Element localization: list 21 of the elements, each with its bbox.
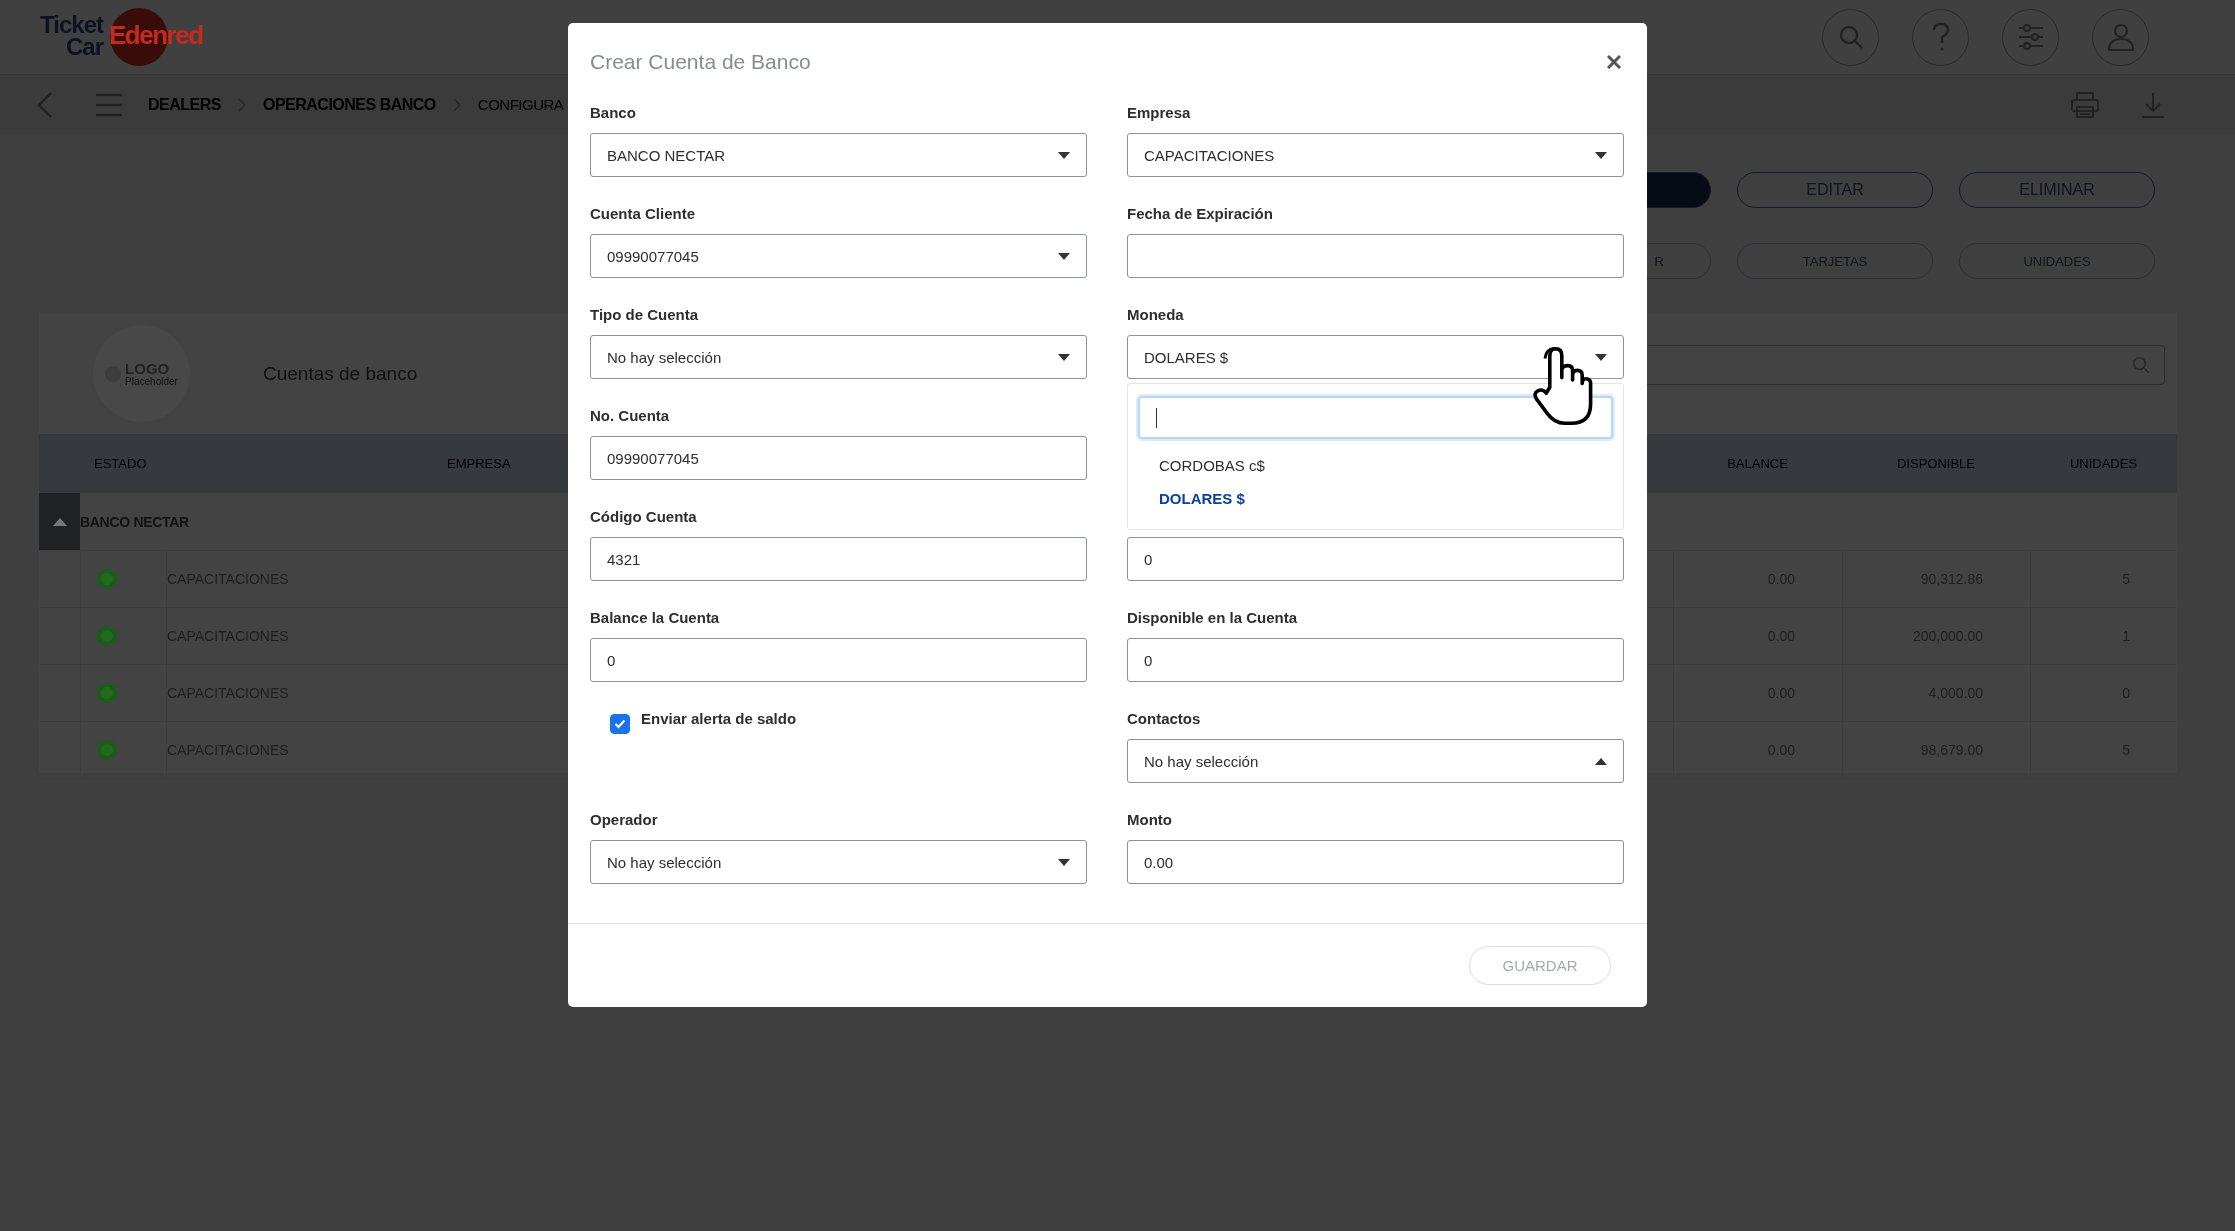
field-label: Contactos (1127, 709, 1201, 727)
field-label: Monto (1127, 810, 1172, 828)
column-header: EMPRESA (447, 456, 511, 471)
column-header: DISPONIBLE (1897, 456, 1975, 471)
column-header: UNIDADES (2069, 456, 2138, 471)
field-label: Fecha de Expiración (1127, 204, 1273, 222)
field-label: Operador (590, 810, 658, 828)
field-label: Banco (590, 103, 636, 121)
field-label: Cuenta Cliente (590, 204, 695, 222)
column-header: ESTADO (94, 456, 147, 471)
checkbox-label: Enviar alerta de saldo (641, 710, 797, 727)
field-label: Balance la Cuenta (590, 608, 720, 626)
field-label: Disponible en la Cuenta (1127, 608, 1298, 626)
field-label: Empresa (1127, 103, 1191, 121)
dialog-title: Crear Cuenta de Banco (590, 49, 811, 74)
field-label: No. Cuenta (590, 406, 670, 424)
field-label: Tipo de Cuenta (590, 305, 699, 323)
logo-brand-text: Edenred (109, 20, 203, 51)
field-label: Código Cuenta (590, 507, 697, 525)
field-label: Moneda (1127, 305, 1184, 323)
column-header: BALANCE (1727, 456, 1788, 471)
